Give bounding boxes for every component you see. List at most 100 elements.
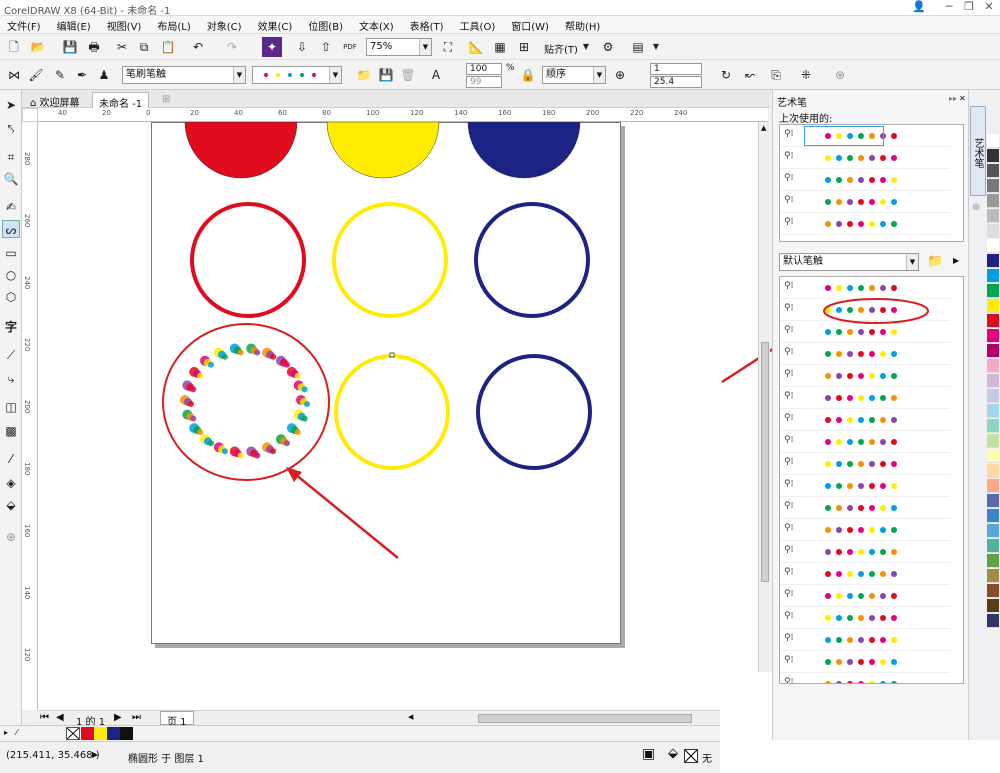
palette-swatch[interactable] (987, 284, 999, 298)
docker-menu-icon[interactable]: ▶ (953, 256, 959, 265)
open-icon[interactable]: 📂 (28, 37, 48, 57)
recent-brush-list[interactable]: ⚲⁞ ⚲⁞ ⚲⁞ ⚲⁞ ⚲⁞ (779, 124, 964, 242)
brush-list-item[interactable]: ⚲⁞ (780, 585, 950, 607)
drawing-canvas[interactable] (38, 122, 758, 710)
brush-list-item[interactable]: ⚲⁞ (780, 629, 950, 651)
palette-swatch[interactable] (987, 359, 999, 373)
brush-list-item[interactable]: ⚲⁞ (780, 213, 950, 235)
cut-icon[interactable]: ✂ (112, 37, 132, 57)
redo-icon[interactable]: ↷ (222, 37, 242, 57)
color-proof-icon[interactable]: ▣ (642, 746, 655, 762)
new-tab-icon[interactable]: ⊞ (156, 92, 176, 108)
brush-list-item[interactable]: ⚲⁞ (780, 607, 950, 629)
reset-icon[interactable]: ⎘ (766, 65, 786, 85)
outline-red-circle[interactable] (190, 202, 306, 318)
minimize-button[interactable]: ─ (938, 0, 960, 14)
order-select[interactable]: 顺序 ▼ (542, 66, 606, 84)
filled-navy-circle[interactable] (467, 122, 581, 179)
next-page-icon[interactable]: ▶ (114, 712, 122, 723)
interactive-fill-icon[interactable]: ◈ (2, 474, 20, 492)
palette-swatch[interactable] (987, 419, 999, 433)
status-play-icon[interactable]: ▶ (92, 750, 98, 759)
brush-category-select[interactable]: 笔刷笔触 ▼ (122, 66, 246, 84)
grid-icon[interactable]: ▦ (490, 37, 510, 57)
connector-tool-icon[interactable]: ⤷ (2, 370, 20, 388)
eyedropper-icon[interactable]: ⁄ (16, 728, 17, 737)
selection-node[interactable] (389, 352, 395, 358)
new-document-icon[interactable]: 🗋 (4, 37, 24, 57)
vertical-scroll-thumb[interactable] (761, 342, 769, 582)
brush-list[interactable]: ⚲⁞ ⚲⁞ ⚲⁞ ⚲⁞ ⚲⁞ ⚲⁞ ⚲⁞ ⚲⁞ ⚲⁞ ⚲⁞ ⚲⁞ ⚲⁞ ⚲⁞ ⚲⁞ ⚲⁞ ⚲⁞ ⚲⁞ ⚲⁞ ⚲⁞ (779, 276, 964, 684)
menu-text[interactable]: 文本(X) (352, 16, 403, 33)
zoom-select[interactable]: 75% ▼ (366, 38, 432, 56)
account-icon[interactable]: 👤 (908, 0, 930, 14)
pick-tool-icon[interactable]: ➤ (2, 96, 20, 114)
text-tool-icon[interactable]: 字 (2, 318, 20, 336)
palette-swatch[interactable] (987, 404, 999, 418)
brush-list-item[interactable]: ⚲⁞ (780, 387, 950, 409)
docker-expand-icon[interactable]: ▸▸ (949, 94, 957, 103)
palette-swatch[interactable] (987, 179, 999, 193)
doc-swatch-red[interactable] (81, 727, 94, 740)
chevron-down-icon[interactable]: ▼ (646, 37, 666, 57)
palette-swatch[interactable] (987, 494, 999, 508)
doc-swatch-navy[interactable] (107, 727, 120, 740)
menu-effects[interactable]: 效果(C) (251, 16, 302, 33)
import-icon[interactable]: ⇩ (292, 37, 312, 57)
brush-list-item[interactable]: ⚲⁞ (780, 563, 950, 585)
palette-swatch[interactable] (987, 584, 999, 598)
brush-list-item[interactable]: ⚲⁞ (780, 409, 950, 431)
crop-tool-icon[interactable]: ⌗ (2, 148, 20, 166)
palette-swatch[interactable] (987, 599, 999, 613)
filled-red-circle[interactable] (184, 122, 298, 179)
fill-bucket-icon[interactable]: ⬙ (668, 746, 678, 761)
frequency-icon[interactable]: A (426, 65, 446, 85)
app-launcher-icon[interactable]: ▤ (628, 37, 648, 57)
parallel-dimension-icon[interactable]: ⟋ (2, 346, 20, 364)
expression-icon[interactable]: ♟ (94, 65, 114, 85)
copy-icon[interactable]: ⧉ (134, 37, 154, 57)
menu-view[interactable]: 视图(V) (100, 16, 151, 33)
palette-swatch[interactable] (987, 194, 999, 208)
size-stepper[interactable]: 100 99 % (454, 63, 515, 89)
brush-list-item[interactable]: ⚲⁞ (780, 673, 950, 683)
menu-edit[interactable]: 编辑(E) (50, 16, 100, 33)
palette-swatch[interactable] (987, 434, 999, 448)
palette-swatch[interactable] (987, 449, 999, 463)
brush-list-item[interactable]: ⚲⁞ (780, 147, 950, 169)
tab-artistic-media[interactable]: 艺术笔 (970, 106, 986, 196)
scatter-icon[interactable]: ⁜ (796, 65, 816, 85)
preset-brush-icon[interactable]: ⋈ (4, 65, 24, 85)
close-button[interactable]: ✕ (978, 0, 1000, 14)
palette-swatch[interactable] (987, 479, 999, 493)
brush-mode-icon[interactable]: 🖌 (26, 65, 46, 85)
palette-swatch[interactable] (987, 254, 999, 268)
last-page-icon[interactable]: ⏭ (132, 712, 141, 723)
outline-navy-circle[interactable] (474, 202, 590, 318)
vertical-scrollbar[interactable]: ▲ ▼ (758, 122, 770, 710)
tab-welcome[interactable]: ⌂ 欢迎屏幕 (24, 92, 86, 109)
browse-folder-icon[interactable]: 📁 (927, 254, 943, 269)
paste-icon[interactable]: 📋 (158, 37, 178, 57)
outline-navy-circle-2[interactable] (476, 354, 592, 470)
ruler-origin[interactable] (22, 108, 38, 122)
brush-list-item[interactable]: ⚲⁞ (780, 343, 950, 365)
save-icon[interactable]: 💾 (60, 37, 80, 57)
palette-swatch[interactable] (987, 149, 999, 163)
menu-tools[interactable]: 工具(O) (453, 16, 505, 33)
add-docker-icon[interactable]: ⊕ (972, 202, 980, 213)
rectangle-tool-icon[interactable]: ▭ (2, 244, 20, 262)
sprayer-icon[interactable]: ✎ (50, 65, 70, 85)
tab-document[interactable]: 未命名 -1 (92, 92, 150, 110)
corel-connect-icon[interactable]: ✦ (262, 37, 282, 57)
menu-layout[interactable]: 布局(L) (150, 16, 199, 33)
brush-list-item[interactable]: ⚲⁞ (780, 453, 950, 475)
smart-fill-icon[interactable]: ⬙ (2, 496, 20, 514)
brush-list-item[interactable]: ⚲⁞ (780, 519, 950, 541)
horizontal-scroll-thumb[interactable] (478, 714, 692, 723)
undo-icon[interactable]: ↶ (188, 37, 208, 57)
brush-list-item[interactable]: ⚲⁞ (780, 497, 950, 519)
export-icon[interactable]: ⇧ (316, 37, 336, 57)
palette-swatch[interactable] (987, 389, 999, 403)
menu-bitmaps[interactable]: 位图(B) (301, 16, 352, 33)
